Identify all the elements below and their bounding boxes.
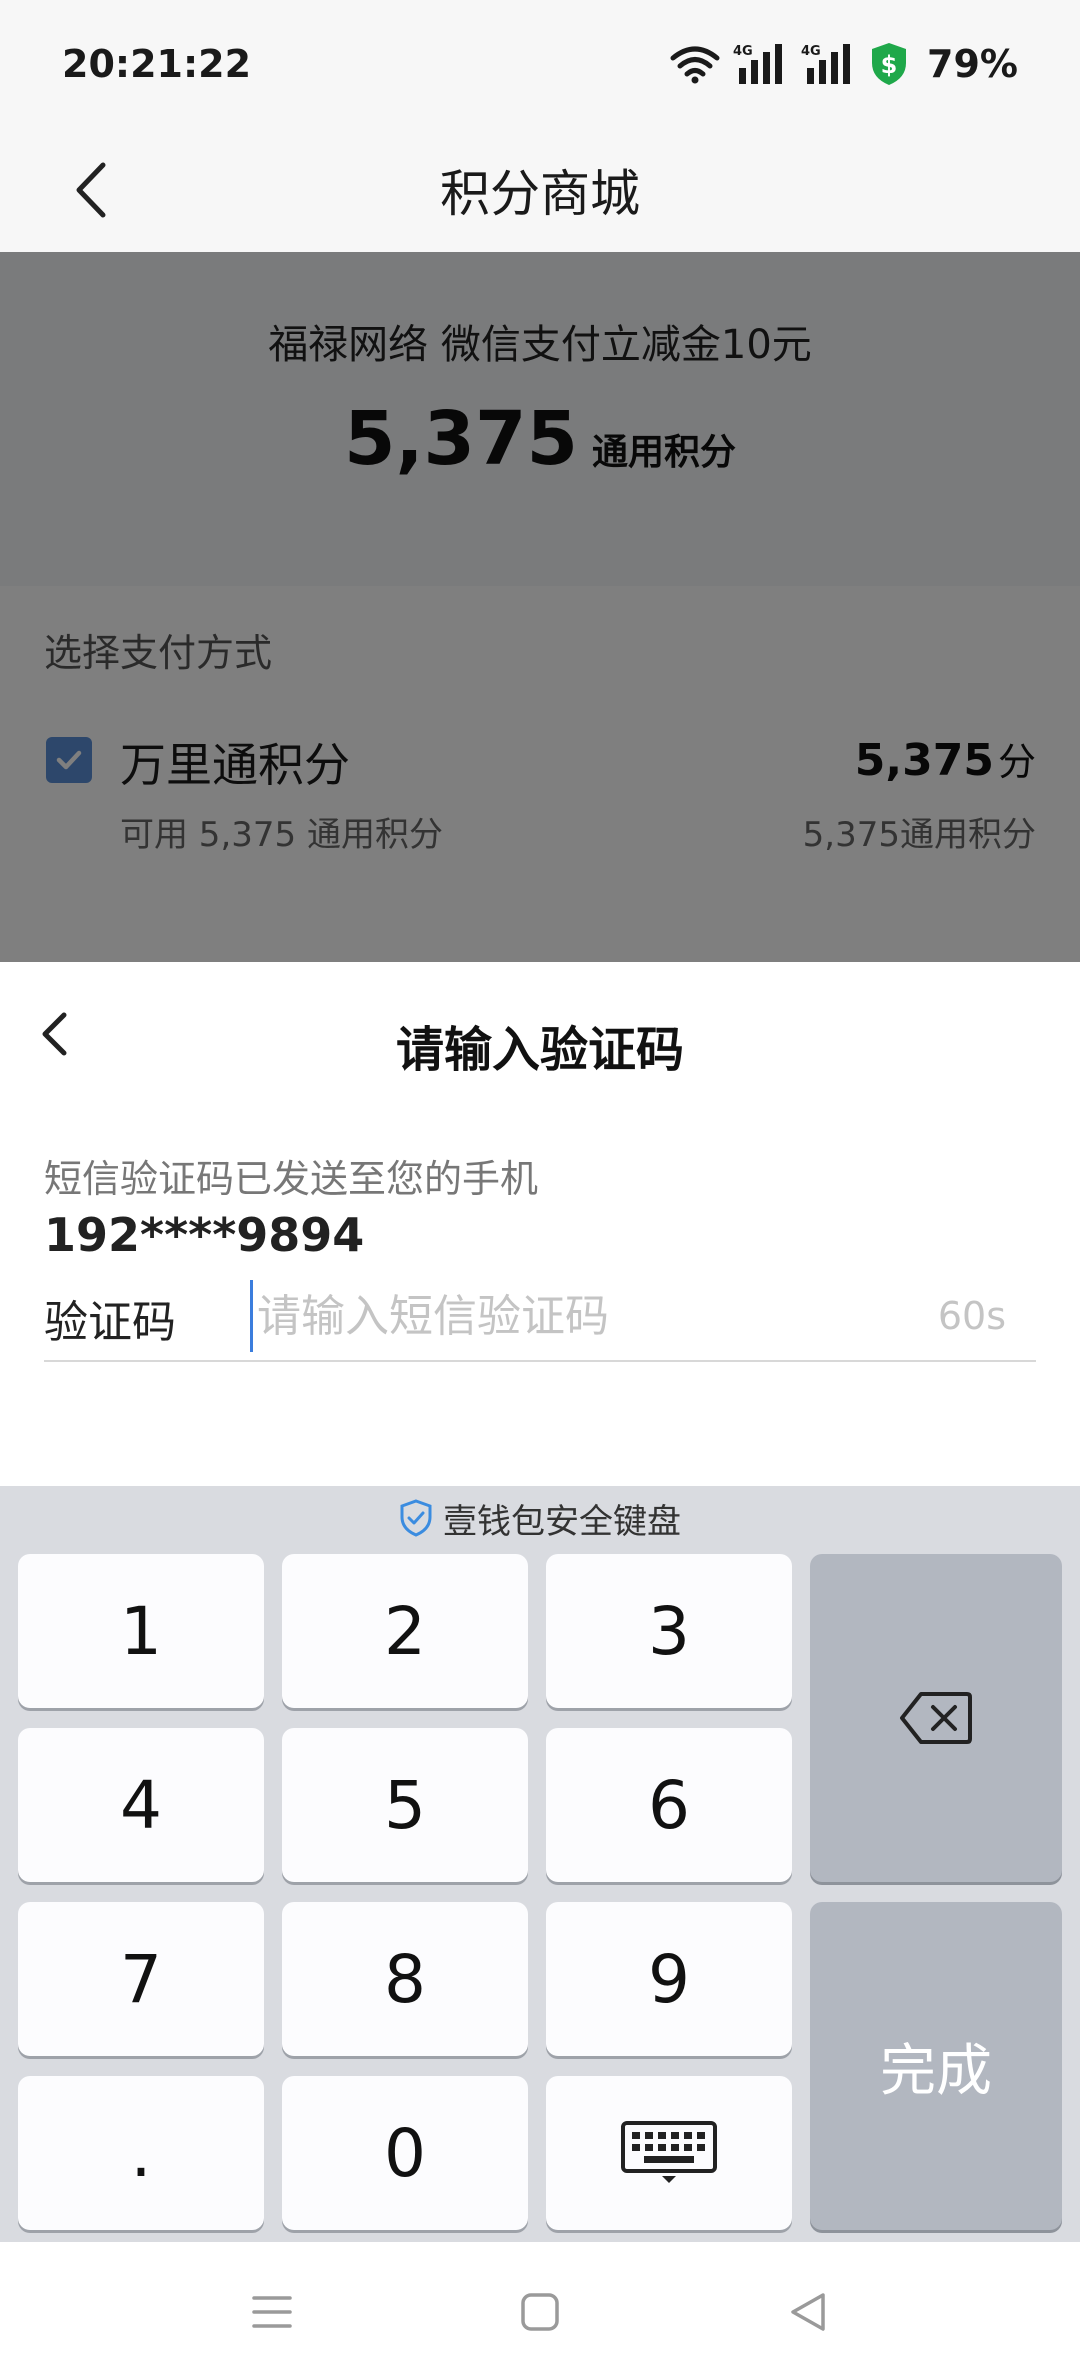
back-button[interactable] <box>60 156 120 224</box>
home-icon <box>521 2293 559 2331</box>
system-back-button[interactable] <box>778 2282 838 2342</box>
code-label: 验证码 <box>44 1297 176 1348</box>
delete-button[interactable] <box>810 1554 1062 1882</box>
key-4[interactable]: 4 <box>18 1728 264 1882</box>
status-icons: 4G 4G $ 79% <box>669 41 1018 87</box>
home-button[interactable] <box>510 2282 570 2342</box>
svg-text:$: $ <box>881 51 898 79</box>
sheet-title: 请输入验证码 <box>395 1022 684 1078</box>
key-0[interactable]: 0 <box>282 2076 528 2230</box>
done-button[interactable]: 完成 <box>810 1902 1062 2230</box>
code-input[interactable] <box>250 1280 890 1352</box>
backspace-icon <box>900 1692 972 1744</box>
key-dot[interactable]: . <box>18 2076 264 2230</box>
status-bar: 20:21:22 4G 4G $ 79% <box>0 0 1080 128</box>
menu-icon <box>252 2296 292 2328</box>
keyboard-title: 壹钱包安全键盘 <box>443 1501 681 1542</box>
key-6[interactable]: 6 <box>546 1728 792 1882</box>
resend-countdown[interactable]: 60s <box>938 1294 1006 1338</box>
key-9[interactable]: 9 <box>546 1902 792 2056</box>
wifi-icon <box>670 46 720 84</box>
shield-check-icon <box>400 1499 432 1537</box>
keyboard-header: 壹钱包安全键盘 <box>0 1486 1080 1550</box>
sms-hint: 短信验证码已发送至您的手机 <box>44 1157 539 1201</box>
system-nav-bar <box>0 2242 1080 2376</box>
status-time: 20:21:22 <box>62 42 252 86</box>
page-title: 积分商城 <box>440 165 640 223</box>
hide-keyboard-button[interactable] <box>546 2076 792 2230</box>
security-shield-icon: $ <box>872 43 907 85</box>
key-1[interactable]: 1 <box>18 1554 264 1708</box>
screen: 20:21:22 4G 4G $ 79% 积分商城 请输入验证码 短信验证码已发… <box>0 0 1080 2376</box>
key-3[interactable]: 3 <box>546 1554 792 1708</box>
key-5[interactable]: 5 <box>282 1728 528 1882</box>
recent-apps-button[interactable] <box>242 2282 302 2342</box>
verification-sheet: 请输入验证码 短信验证码已发送至您的手机 192****9894 验证码 60s <box>0 962 1080 1486</box>
back-icon <box>791 2293 825 2331</box>
key-7[interactable]: 7 <box>18 1902 264 2056</box>
chevron-left-icon <box>76 162 106 218</box>
nav-bar: 积分商城 <box>0 128 1080 252</box>
done-label: 完成 <box>880 2038 992 2104</box>
keyboard-hide-icon <box>621 2121 717 2183</box>
svg-text:4G: 4G <box>801 44 821 59</box>
svg-text:4G: 4G <box>733 44 753 59</box>
battery-percent: 79% <box>927 42 1018 86</box>
key-8[interactable]: 8 <box>282 1902 528 2056</box>
phone-number: 192****9894 <box>44 1208 365 1262</box>
code-row: 验证码 60s <box>44 1280 1036 1362</box>
secure-keyboard: 壹钱包安全键盘 1 2 3 4 5 6 7 8 9 . 0 完成 <box>0 1486 1080 2242</box>
signal-4g-icon: 4G <box>733 44 783 84</box>
modal-overlay[interactable] <box>0 252 1080 962</box>
signal-4g-icon: 4G <box>801 44 851 84</box>
key-2[interactable]: 2 <box>282 1554 528 1708</box>
